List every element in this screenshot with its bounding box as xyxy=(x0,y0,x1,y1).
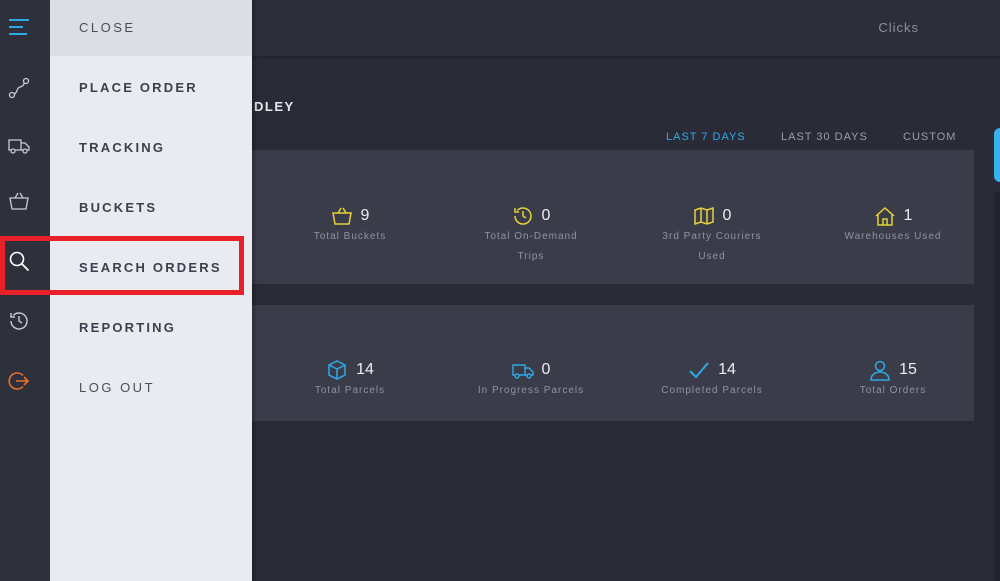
stat-value: 0 xyxy=(722,207,732,224)
stat-label: Total Orders xyxy=(859,385,927,396)
stat-value: 14 xyxy=(356,361,374,378)
menu-toggle-icon[interactable] xyxy=(8,16,30,38)
tab-last-7-days[interactable]: LAST 7 DAYS xyxy=(666,131,746,143)
stats-panel-parcels: 14 Total Parcels 0 In Progress Parcels 1… xyxy=(252,305,974,421)
stats-panel-buckets: 9 Total Buckets 0 Total On-Demand Trips … xyxy=(252,150,974,284)
stat-value: 14 xyxy=(718,361,736,378)
logout-icon[interactable] xyxy=(8,370,30,392)
box-icon xyxy=(328,360,346,380)
side-panel-tab[interactable] xyxy=(994,128,1000,182)
menu-item-log-out[interactable]: LOG OUT xyxy=(50,360,252,420)
menu-item-buckets[interactable]: BUCKETS xyxy=(50,180,252,240)
menu-item-search-orders[interactable]: SEARCH ORDERS xyxy=(50,240,252,300)
stat-total-parcels: 14 Total Parcels xyxy=(275,359,425,401)
basket-icon[interactable] xyxy=(8,190,30,212)
truck-icon[interactable] xyxy=(8,134,30,156)
stat-label: Total On-Demand Trips xyxy=(484,231,578,262)
user-icon xyxy=(870,360,890,381)
stat-on-demand-trips: 0 Total On-Demand Trips xyxy=(456,205,606,267)
search-icon[interactable] xyxy=(8,250,30,272)
stat-label: Total Buckets xyxy=(313,231,387,242)
stat-value: 1 xyxy=(903,207,913,224)
history-icon[interactable] xyxy=(8,310,30,332)
icon-rail xyxy=(0,0,50,581)
menu-item-reporting[interactable]: REPORTING xyxy=(50,300,252,360)
tab-last-30-days[interactable]: LAST 30 DAYS xyxy=(781,131,868,143)
stat-label: In Progress Parcels xyxy=(477,385,585,396)
tab-custom[interactable]: CUSTOM xyxy=(903,131,956,143)
stat-in-progress-parcels: 0 In Progress Parcels xyxy=(456,359,606,401)
stat-completed-parcels: 14 Completed Parcels xyxy=(637,359,787,401)
menu-item-place-order[interactable]: PLACE ORDER xyxy=(50,60,252,120)
stat-3rd-party-couriers: 0 3rd Party Couriers Used xyxy=(637,205,787,267)
truck-icon xyxy=(511,364,534,379)
side-panel-strip xyxy=(994,192,1000,581)
greeting-heading: DLEY xyxy=(254,99,295,114)
stat-label: 3rd Party Couriers Used xyxy=(662,231,762,262)
map-icon xyxy=(693,206,714,226)
menu-item-close[interactable]: CLOSE xyxy=(50,0,252,56)
menu-item-tracking[interactable]: TRACKING xyxy=(50,120,252,180)
stat-warehouses-used: 1 Warehouses Used xyxy=(818,205,968,247)
stat-label: Warehouses Used xyxy=(844,231,942,242)
stat-value: 9 xyxy=(360,207,370,224)
clicks-link[interactable]: Clicks xyxy=(878,20,919,35)
stat-total-orders: 15 Total Orders xyxy=(818,359,968,401)
basket-icon xyxy=(331,207,352,225)
stat-label: Total Parcels xyxy=(314,385,386,396)
stat-value: 15 xyxy=(899,361,917,378)
stat-total-buckets: 9 Total Buckets xyxy=(275,205,425,247)
check-icon xyxy=(689,362,709,379)
stat-value: 0 xyxy=(541,361,551,378)
house-icon xyxy=(875,206,895,226)
history-icon xyxy=(513,207,532,225)
stat-value: 0 xyxy=(541,207,551,224)
stat-label: Completed Parcels xyxy=(661,385,763,396)
slide-out-menu: CLOSE PLACE ORDER TRACKING BUCKETS SEARC… xyxy=(50,0,252,581)
route-icon[interactable] xyxy=(8,77,30,99)
menu-shadow xyxy=(252,0,258,581)
